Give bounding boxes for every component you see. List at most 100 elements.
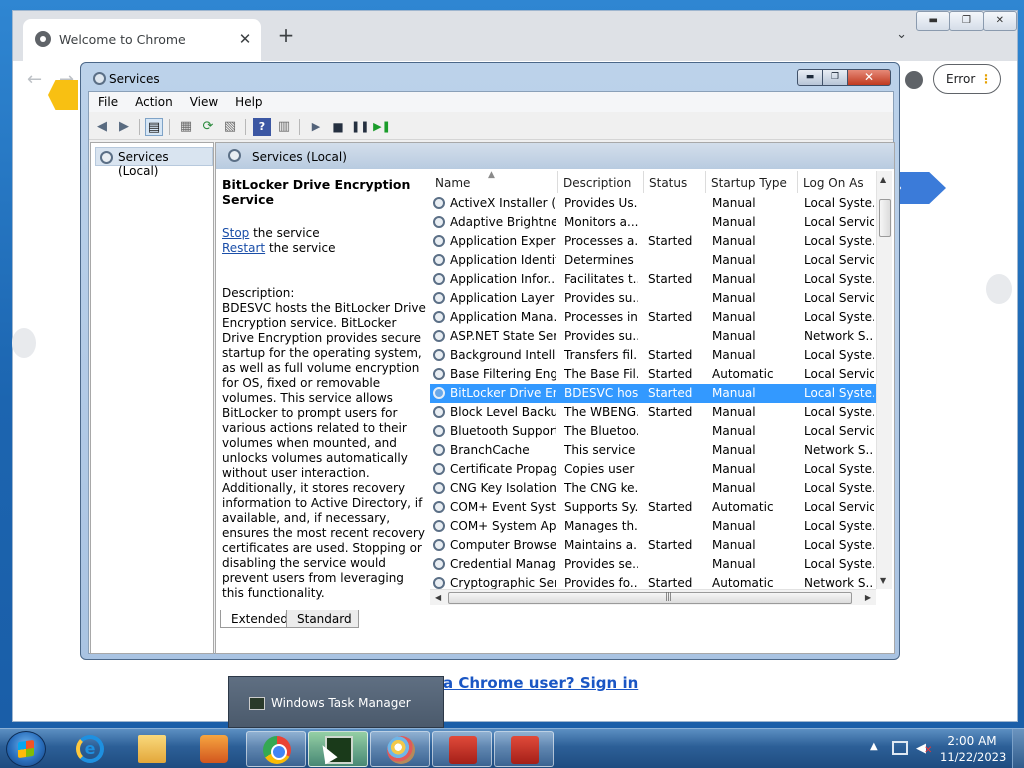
service-row[interactable]: ActiveX Installer (... Provides Us... Manu… [430, 194, 876, 213]
forward-icon[interactable]: ▶ [115, 118, 133, 136]
export-list-icon[interactable]: ▧ [221, 118, 239, 136]
restart-service-icon[interactable]: ▶❚ [373, 118, 391, 136]
start-service-icon[interactable]: ▶ [307, 118, 325, 136]
vertical-scrollbar[interactable]: ▲ ▼ [876, 171, 892, 589]
scroll-up-icon[interactable]: ▲ [880, 175, 886, 184]
service-row[interactable]: Application Infor... Facilitates t... Star… [430, 270, 876, 289]
pause-service-icon[interactable]: ❚❚ [351, 118, 369, 136]
restart-suffix: the service [265, 241, 336, 255]
taskbar-paint[interactable] [370, 731, 430, 767]
service-row[interactable]: Application Mana... Processes in... Starte… [430, 308, 876, 327]
service-name: Background Intelli... [450, 348, 556, 362]
service-row[interactable]: CNG Key Isolation The CNG ke... Manual Loca… [430, 479, 876, 498]
chrome-tab-title: Welcome to Chrome [59, 32, 186, 47]
scroll-thumb[interactable] [879, 199, 891, 237]
column-header-description[interactable]: Description [558, 171, 644, 193]
menu-action[interactable]: Action [126, 92, 181, 112]
minimize-button[interactable]: ▬ [916, 11, 951, 31]
service-log-on-as: Local Syste... [804, 310, 874, 324]
service-row[interactable]: BranchCache This service ... Manual Network… [430, 441, 876, 460]
close-button[interactable]: ✕ [847, 69, 891, 86]
service-row[interactable]: COM+ Event Syst... Supports Sy... Started A… [430, 498, 876, 517]
scroll-right-icon[interactable]: ▶ [865, 593, 871, 602]
scroll-left-icon[interactable]: ◀ [435, 593, 441, 602]
clock-date[interactable]: 11/22/2023 [940, 750, 1006, 764]
taskbar-chrome[interactable] [246, 731, 306, 767]
back-arrow-icon[interactable]: ← [27, 69, 42, 90]
chrome-favicon-icon [35, 31, 51, 47]
properties-icon[interactable]: ▦ [177, 118, 195, 136]
clock-time[interactable]: 2:00 AM [944, 734, 1000, 748]
service-status: Started [648, 310, 693, 324]
taskbar-toolbox-app-2[interactable] [494, 731, 554, 767]
show-hide-console-tree-icon[interactable]: ▤ [145, 118, 163, 136]
scroll-down-icon[interactable]: ▼ [880, 576, 886, 585]
service-row[interactable]: Base Filtering Engi... The Base Fil... Sta… [430, 365, 876, 384]
tab-extended[interactable]: Extended [220, 610, 295, 628]
show-hidden-icons-icon[interactable]: ▲ [870, 741, 878, 752]
service-row[interactable]: Application Layer ... Provides su... Manua… [430, 289, 876, 308]
profile-error-chip[interactable]: Error ⋮ [933, 64, 1001, 94]
chrome-tab[interactable]: Welcome to Chrome ✕ [23, 19, 261, 61]
stop-service-icon[interactable]: ■ [329, 118, 347, 136]
back-icon[interactable]: ◀ [93, 118, 111, 136]
paint-palette-icon [387, 736, 415, 764]
service-gear-icon [433, 387, 445, 399]
service-name: ASP.NET State Ser... [450, 329, 556, 343]
service-log-on-as: Network S... [804, 443, 874, 457]
column-header-status[interactable]: Status [644, 171, 706, 193]
new-tab-button[interactable]: + [275, 25, 297, 47]
tab-standard[interactable]: Standard [286, 610, 359, 628]
chrome-menu-icon[interactable]: ⋮ [980, 65, 992, 93]
horizontal-scrollbar[interactable]: ◀ ||| ▶ [430, 589, 876, 605]
menu-view[interactable]: View [181, 92, 226, 112]
maximize-button[interactable]: ❐ [949, 11, 984, 31]
service-row[interactable]: Bluetooth Support... The Bluetoo... Manual… [430, 422, 876, 441]
maximize-button[interactable]: ❐ [822, 69, 848, 86]
service-row[interactable]: BitLocker Drive En... BDESVC hos... Starte… [430, 384, 876, 403]
service-row[interactable]: Credential Manager Provides se... Manual Lo… [430, 555, 876, 574]
scroll-thumb[interactable]: ||| [448, 592, 852, 604]
start-button[interactable] [6, 731, 46, 767]
sign-in-link[interactable]: y a Chrome user? Sign in [428, 674, 638, 692]
service-description: The CNG ke... [564, 481, 638, 495]
service-row[interactable]: ASP.NET State Ser... Provides su... Manual… [430, 327, 876, 346]
refresh-icon[interactable]: ⟳ [199, 118, 217, 136]
restart-service-link[interactable]: Restart [222, 241, 265, 255]
service-description: The WBENG... [564, 405, 638, 419]
taskbar-media-player[interactable] [184, 731, 244, 767]
service-row[interactable]: Adaptive Brightness Monitors a... Manual Lo… [430, 213, 876, 232]
volume-muted-icon[interactable]: ◀ ✕ [916, 741, 932, 756]
profile-icon[interactable] [905, 71, 923, 89]
description-label: Description: [222, 286, 295, 300]
help-icon[interactable]: ? [253, 118, 271, 136]
column-header-log-on-as[interactable]: Log On As [798, 171, 876, 193]
service-row[interactable]: Certificate Propag... Copies user ... Manu… [430, 460, 876, 479]
services-gear-icon [100, 151, 113, 164]
service-gear-icon [433, 254, 445, 266]
service-row[interactable]: Application Identity Determines ... Manual… [430, 251, 876, 270]
menu-help[interactable]: Help [226, 92, 270, 112]
service-row[interactable]: Background Intelli... Transfers fil... Sta… [430, 346, 876, 365]
show-action-pane-icon[interactable]: ▥ [275, 118, 293, 136]
network-icon[interactable] [892, 741, 908, 755]
service-row[interactable]: Block Level Backu... The WBENG... Started M… [430, 403, 876, 422]
taskbar-toolbox-app-1[interactable] [432, 731, 492, 767]
close-tab-icon[interactable]: ✕ [235, 29, 255, 49]
menu-file[interactable]: File [89, 92, 126, 112]
column-header-startup-type[interactable]: Startup Type [706, 171, 798, 193]
taskbar-internet-explorer[interactable]: e [60, 731, 120, 767]
close-button[interactable]: ✕ [982, 11, 1017, 31]
taskbar-file-explorer[interactable] [122, 731, 182, 767]
service-row[interactable]: Application Experi... Processes a... Start… [430, 232, 876, 251]
service-description: Manages th... [564, 519, 638, 533]
service-row[interactable]: COM+ System Ap... Manages th... Manual Loca… [430, 517, 876, 536]
column-header-name[interactable]: Name ▲ [430, 170, 558, 193]
tree-item-services-local[interactable]: Services (Local) [95, 147, 213, 178]
show-desktop-button[interactable] [1012, 729, 1024, 768]
service-row[interactable]: Computer Browser Maintains a... Started Man… [430, 536, 876, 555]
minimize-button[interactable]: ▬ [797, 69, 823, 86]
task-manager-thumbnail-popup[interactable]: Windows Task Manager [228, 676, 444, 728]
stop-service-link[interactable]: Stop [222, 226, 249, 240]
tab-search-icon[interactable]: ⌄ [896, 27, 907, 42]
